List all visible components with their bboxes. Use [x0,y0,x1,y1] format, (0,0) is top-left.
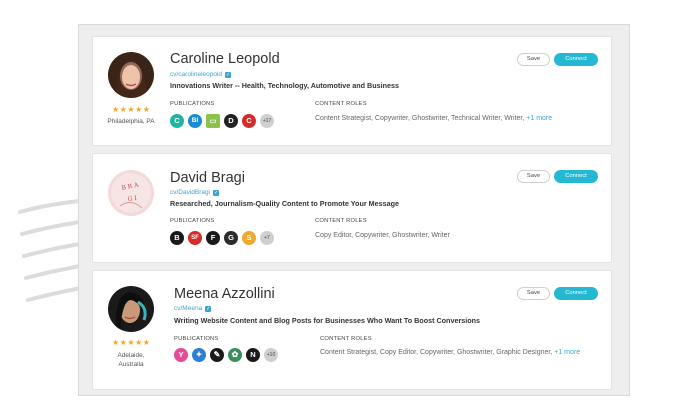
star-rating: ★★★★★ [112,105,151,114]
content-roles-label: CONTENT ROLES [315,101,367,107]
location-text: Philadelphia, PA [107,118,155,125]
profile-handle-text: cv/Meena [174,305,203,312]
verified-icon: ✓ [213,189,220,196]
content-roles-text: Content Strategist, Copywriter, Ghostwri… [315,115,525,122]
save-button[interactable]: Save [517,170,550,183]
avatar[interactable] [108,286,154,332]
star-rating: ★★★★★ [112,338,151,347]
publications-label: PUBLICATIONS [174,336,219,342]
content-roles-label: CONTENT ROLES [320,336,372,342]
publication-red-c-icon[interactable]: C [242,114,256,128]
more-roles-link[interactable]: +1 more [554,349,580,356]
publications-label: PUBLICATIONS [170,218,215,224]
connect-button[interactable]: Connect [554,170,598,183]
location-text: Adelaide, Australia [117,352,145,368]
profile-name[interactable]: Meena Azzollini [174,285,275,303]
profile-card: ★★★★★ Adelaide, Australia Meena Azzollin… [92,270,612,390]
svg-text:G I: G I [127,195,138,203]
profile-handle-text: cv/carolineleopold [170,71,223,78]
publications-label: PUBLICATIONS [170,101,215,107]
publication-leaf-icon[interactable]: ✿ [228,348,242,362]
publications-list: B SF F G S +7 [170,231,274,245]
publication-c-icon[interactable]: C [170,114,184,128]
business-insider-icon[interactable]: BI [188,114,202,128]
publication-pen-icon[interactable]: ✎ [210,348,224,362]
profile-handle-text: cv/DavidBragi [170,189,211,196]
profile-handle[interactable]: cv/carolineleopold ✓ [170,70,232,79]
content-roles-label: CONTENT ROLES [315,218,367,224]
content-roles-list: Content Strategist, Copy Editor, Copywri… [320,348,598,358]
publication-g-icon[interactable]: G [224,231,238,245]
profile-name[interactable]: Caroline Leopold [170,50,280,68]
profile-name[interactable]: David Bragi [170,169,245,187]
more-publications-badge[interactable]: +7 [260,231,274,245]
publication-green-icon[interactable]: ▭ [206,114,220,128]
profile-tagline: Innovations Writer -- Health, Technology… [170,81,399,90]
verified-icon: ✓ [225,71,232,78]
content-roles-text: Copy Editor, Copywriter, Ghostwriter, Wr… [315,232,450,239]
connect-button[interactable]: Connect [554,287,598,300]
publication-f-icon[interactable]: F [206,231,220,245]
avatar[interactable] [108,52,154,98]
content-roles-list: Copy Editor, Copywriter, Ghostwriter, Wr… [315,231,605,241]
more-publications-badge[interactable]: +17 [260,114,274,128]
content-roles-list: Content Strategist, Copywriter, Ghostwri… [315,114,605,124]
avatar[interactable]: B R A G I [108,170,154,216]
more-roles-link[interactable]: +1 more [526,115,552,122]
publication-sf-icon[interactable]: SF [188,231,202,245]
save-button[interactable]: Save [517,287,550,300]
profile-handle[interactable]: cv/DavidBragi ✓ [170,188,220,197]
publications-list: Y ✦ ✎ ✿ N +10 [174,348,278,362]
publication-b-icon[interactable]: B [170,231,184,245]
publication-d-icon[interactable]: D [224,114,238,128]
profile-tagline: Researched, Journalism-Quality Content t… [170,199,399,208]
publication-bird-icon[interactable]: ✦ [192,348,206,362]
verified-icon: ✓ [205,305,212,312]
profile-handle[interactable]: cv/Meena ✓ [174,304,212,313]
content-roles-text: Content Strategist, Copy Editor, Copywri… [320,349,553,356]
publication-n-icon[interactable]: N [246,348,260,362]
save-button[interactable]: Save [517,53,550,66]
profile-card: ★★★★★ Philadelphia, PA Caroline Leopold … [92,36,612,146]
profile-tagline: Writing Website Content and Blog Posts f… [174,316,481,325]
more-publications-badge[interactable]: +10 [264,348,278,362]
publications-list: C BI ▭ D C +17 [170,114,274,128]
profile-card: B R A G I David Bragi cv/DavidBragi ✓ Re… [92,153,612,263]
connect-button[interactable]: Connect [554,53,598,66]
publication-y-icon[interactable]: Y [174,348,188,362]
publication-s-icon[interactable]: S [242,231,256,245]
